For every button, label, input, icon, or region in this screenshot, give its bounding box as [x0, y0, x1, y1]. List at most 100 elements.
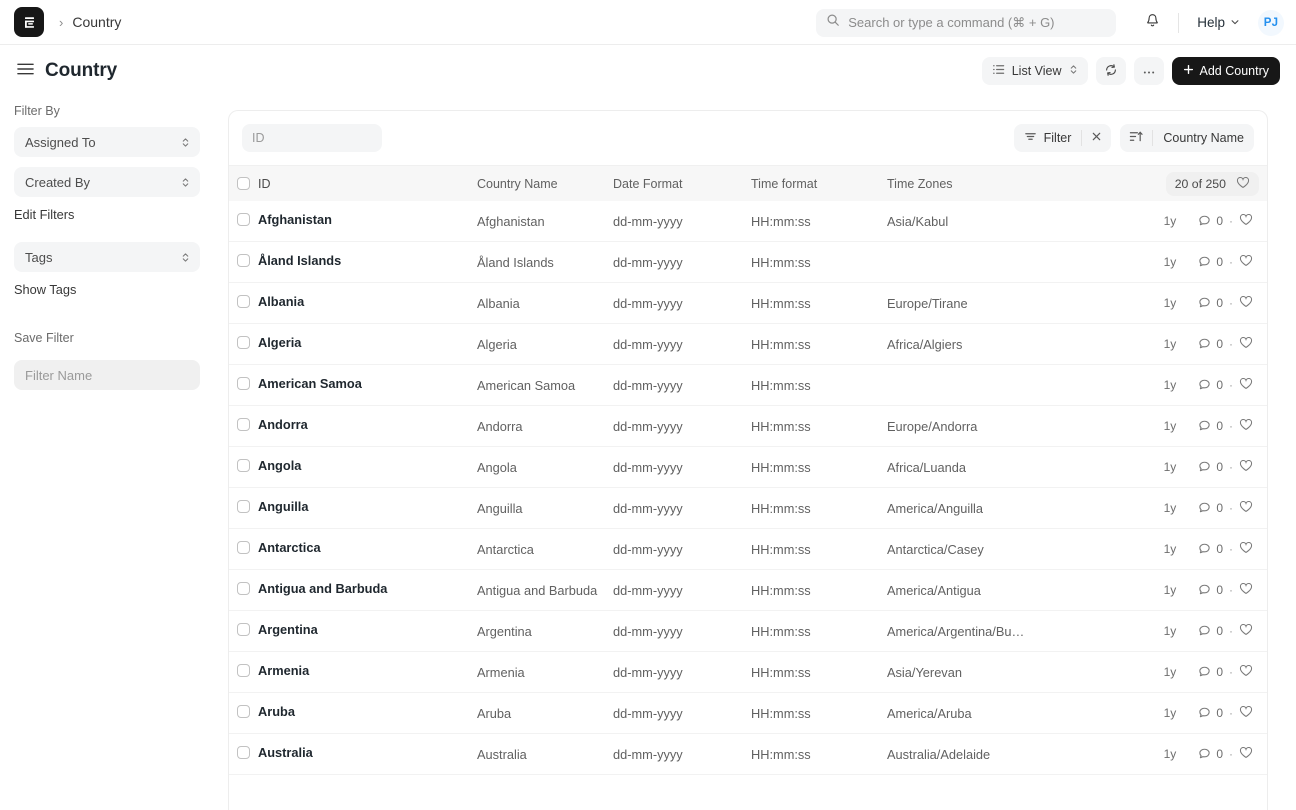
row-checkbox[interactable] [237, 418, 250, 431]
like-button[interactable] [1239, 500, 1253, 516]
column-header-country-name[interactable]: Country Name [477, 177, 613, 191]
like-button[interactable] [1239, 582, 1253, 598]
created-by-select[interactable]: Created By [14, 167, 200, 197]
filter-name-input[interactable] [14, 360, 200, 390]
comment-count[interactable]: 0 [1198, 623, 1223, 639]
row-checkbox[interactable] [237, 705, 250, 718]
row-checkbox[interactable] [237, 541, 250, 554]
comment-count[interactable]: 0 [1198, 500, 1223, 516]
breadcrumb[interactable]: Country [72, 14, 121, 30]
like-button[interactable] [1239, 254, 1253, 270]
sidebar-toggle-button[interactable] [12, 58, 38, 84]
tags-select[interactable]: Tags [14, 242, 200, 272]
column-header-id[interactable]: ID [258, 177, 477, 191]
like-button[interactable] [1239, 664, 1253, 680]
cell-id[interactable]: Angola [258, 458, 477, 473]
cell-id[interactable]: Algeria [258, 335, 477, 350]
row-checkbox[interactable] [237, 377, 250, 390]
like-button[interactable] [1239, 295, 1253, 311]
row-checkbox[interactable] [237, 746, 250, 759]
notifications-button[interactable] [1138, 9, 1166, 37]
sort-field-button[interactable]: Country Name [1153, 124, 1254, 152]
table-row[interactable]: Åland IslandsÅland Islandsdd-mm-yyyyHH:m… [229, 242, 1267, 283]
row-checkbox[interactable] [237, 336, 250, 349]
comment-count[interactable]: 0 [1198, 377, 1223, 393]
table-row[interactable]: Antigua and BarbudaAntigua and Barbudadd… [229, 570, 1267, 611]
comment-count[interactable]: 0 [1198, 705, 1223, 721]
comment-count[interactable]: 0 [1198, 295, 1223, 311]
like-button[interactable] [1239, 623, 1253, 639]
frappe-e-logo-icon[interactable] [14, 7, 44, 37]
comment-count[interactable]: 0 [1198, 541, 1223, 557]
comment-count[interactable]: 0 [1198, 582, 1223, 598]
show-tags-link[interactable]: Show Tags [14, 282, 200, 297]
column-header-time-zones[interactable]: Time Zones [887, 177, 1037, 191]
search-input[interactable]: Search or type a command (⌘ + G) [816, 9, 1116, 37]
cell-id[interactable]: Australia [258, 745, 477, 760]
table-row[interactable]: AntarcticaAntarcticadd-mm-yyyyHH:mm:ssAn… [229, 529, 1267, 570]
cell-id[interactable]: Afghanistan [258, 212, 477, 227]
table-row[interactable]: AnguillaAnguilladd-mm-yyyyHH:mm:ssAmeric… [229, 488, 1267, 529]
row-checkbox[interactable] [237, 500, 250, 513]
more-options-button[interactable] [1134, 57, 1164, 85]
comment-count[interactable]: 0 [1198, 213, 1223, 229]
assigned-to-select[interactable]: Assigned To [14, 127, 200, 157]
help-menu[interactable]: Help [1191, 11, 1246, 34]
cell-id[interactable]: Aruba [258, 704, 477, 719]
row-checkbox[interactable] [237, 459, 250, 472]
row-checkbox[interactable] [237, 664, 250, 677]
sort-direction-button[interactable] [1120, 124, 1152, 152]
view-switcher-button[interactable]: List View [982, 57, 1088, 85]
filter-button[interactable]: Filter [1014, 124, 1082, 152]
table-row[interactable]: AndorraAndorradd-mm-yyyyHH:mm:ssEurope/A… [229, 406, 1267, 447]
cell-id[interactable]: American Samoa [258, 376, 477, 391]
cell-id[interactable]: Andorra [258, 417, 477, 432]
cell-id[interactable]: Åland Islands [258, 253, 477, 268]
table-row[interactable]: AngolaAngoladd-mm-yyyyHH:mm:ssAfrica/Lua… [229, 447, 1267, 488]
column-header-date-format[interactable]: Date Format [613, 177, 751, 191]
like-button[interactable] [1239, 377, 1253, 393]
refresh-button[interactable] [1096, 57, 1126, 85]
column-header-time-format[interactable]: Time format [751, 177, 887, 191]
like-button[interactable] [1239, 705, 1253, 721]
heart-icon[interactable] [1236, 176, 1250, 192]
cell-id[interactable]: Albania [258, 294, 477, 309]
table-row[interactable]: AlgeriaAlgeriadd-mm-yyyyHH:mm:ssAfrica/A… [229, 324, 1267, 365]
like-button[interactable] [1239, 418, 1253, 434]
table-row[interactable]: ArgentinaArgentinadd-mm-yyyyHH:mm:ssAmer… [229, 611, 1267, 652]
clear-filter-button[interactable] [1082, 124, 1111, 152]
add-country-button[interactable]: Add Country [1172, 57, 1280, 85]
like-button[interactable] [1239, 336, 1253, 352]
cell-id[interactable]: Argentina [258, 622, 477, 637]
row-checkbox[interactable] [237, 295, 250, 308]
table-row[interactable]: ArubaArubadd-mm-yyyyHH:mm:ssAmerica/Arub… [229, 693, 1267, 734]
cell-id[interactable]: Antigua and Barbuda [258, 581, 477, 596]
edit-filters-link[interactable]: Edit Filters [14, 207, 200, 222]
cell-id[interactable]: Antarctica [258, 540, 477, 555]
comment-count[interactable]: 0 [1198, 336, 1223, 352]
comment-count[interactable]: 0 [1198, 664, 1223, 680]
row-checkbox[interactable] [237, 213, 250, 226]
row-checkbox[interactable] [237, 623, 250, 636]
cell-id[interactable]: Armenia [258, 663, 477, 678]
comment-count[interactable]: 0 [1198, 746, 1223, 762]
comment-count[interactable]: 0 [1198, 459, 1223, 475]
result-count-badge[interactable]: 20 of 250 [1166, 172, 1259, 196]
like-button[interactable] [1239, 459, 1253, 475]
cell-id[interactable]: Anguilla [258, 499, 477, 514]
row-checkbox[interactable] [237, 254, 250, 267]
table-row[interactable]: AustraliaAustraliadd-mm-yyyyHH:mm:ssAust… [229, 734, 1267, 775]
row-checkbox[interactable] [237, 582, 250, 595]
table-row[interactable]: AfghanistanAfghanistandd-mm-yyyyHH:mm:ss… [229, 201, 1267, 242]
comment-count[interactable]: 0 [1198, 254, 1223, 270]
table-row[interactable]: AlbaniaAlbaniadd-mm-yyyyHH:mm:ssEurope/T… [229, 283, 1267, 324]
comment-count[interactable]: 0 [1198, 418, 1223, 434]
avatar[interactable]: PJ [1258, 10, 1284, 36]
select-all-checkbox[interactable] [237, 177, 250, 190]
like-button[interactable] [1239, 746, 1253, 762]
like-button[interactable] [1239, 541, 1253, 557]
table-row[interactable]: American SamoaAmerican Samoadd-mm-yyyyHH… [229, 365, 1267, 406]
table-row[interactable]: ArmeniaArmeniadd-mm-yyyyHH:mm:ssAsia/Yer… [229, 652, 1267, 693]
like-button[interactable] [1239, 213, 1253, 229]
id-filter-input[interactable] [242, 124, 382, 152]
